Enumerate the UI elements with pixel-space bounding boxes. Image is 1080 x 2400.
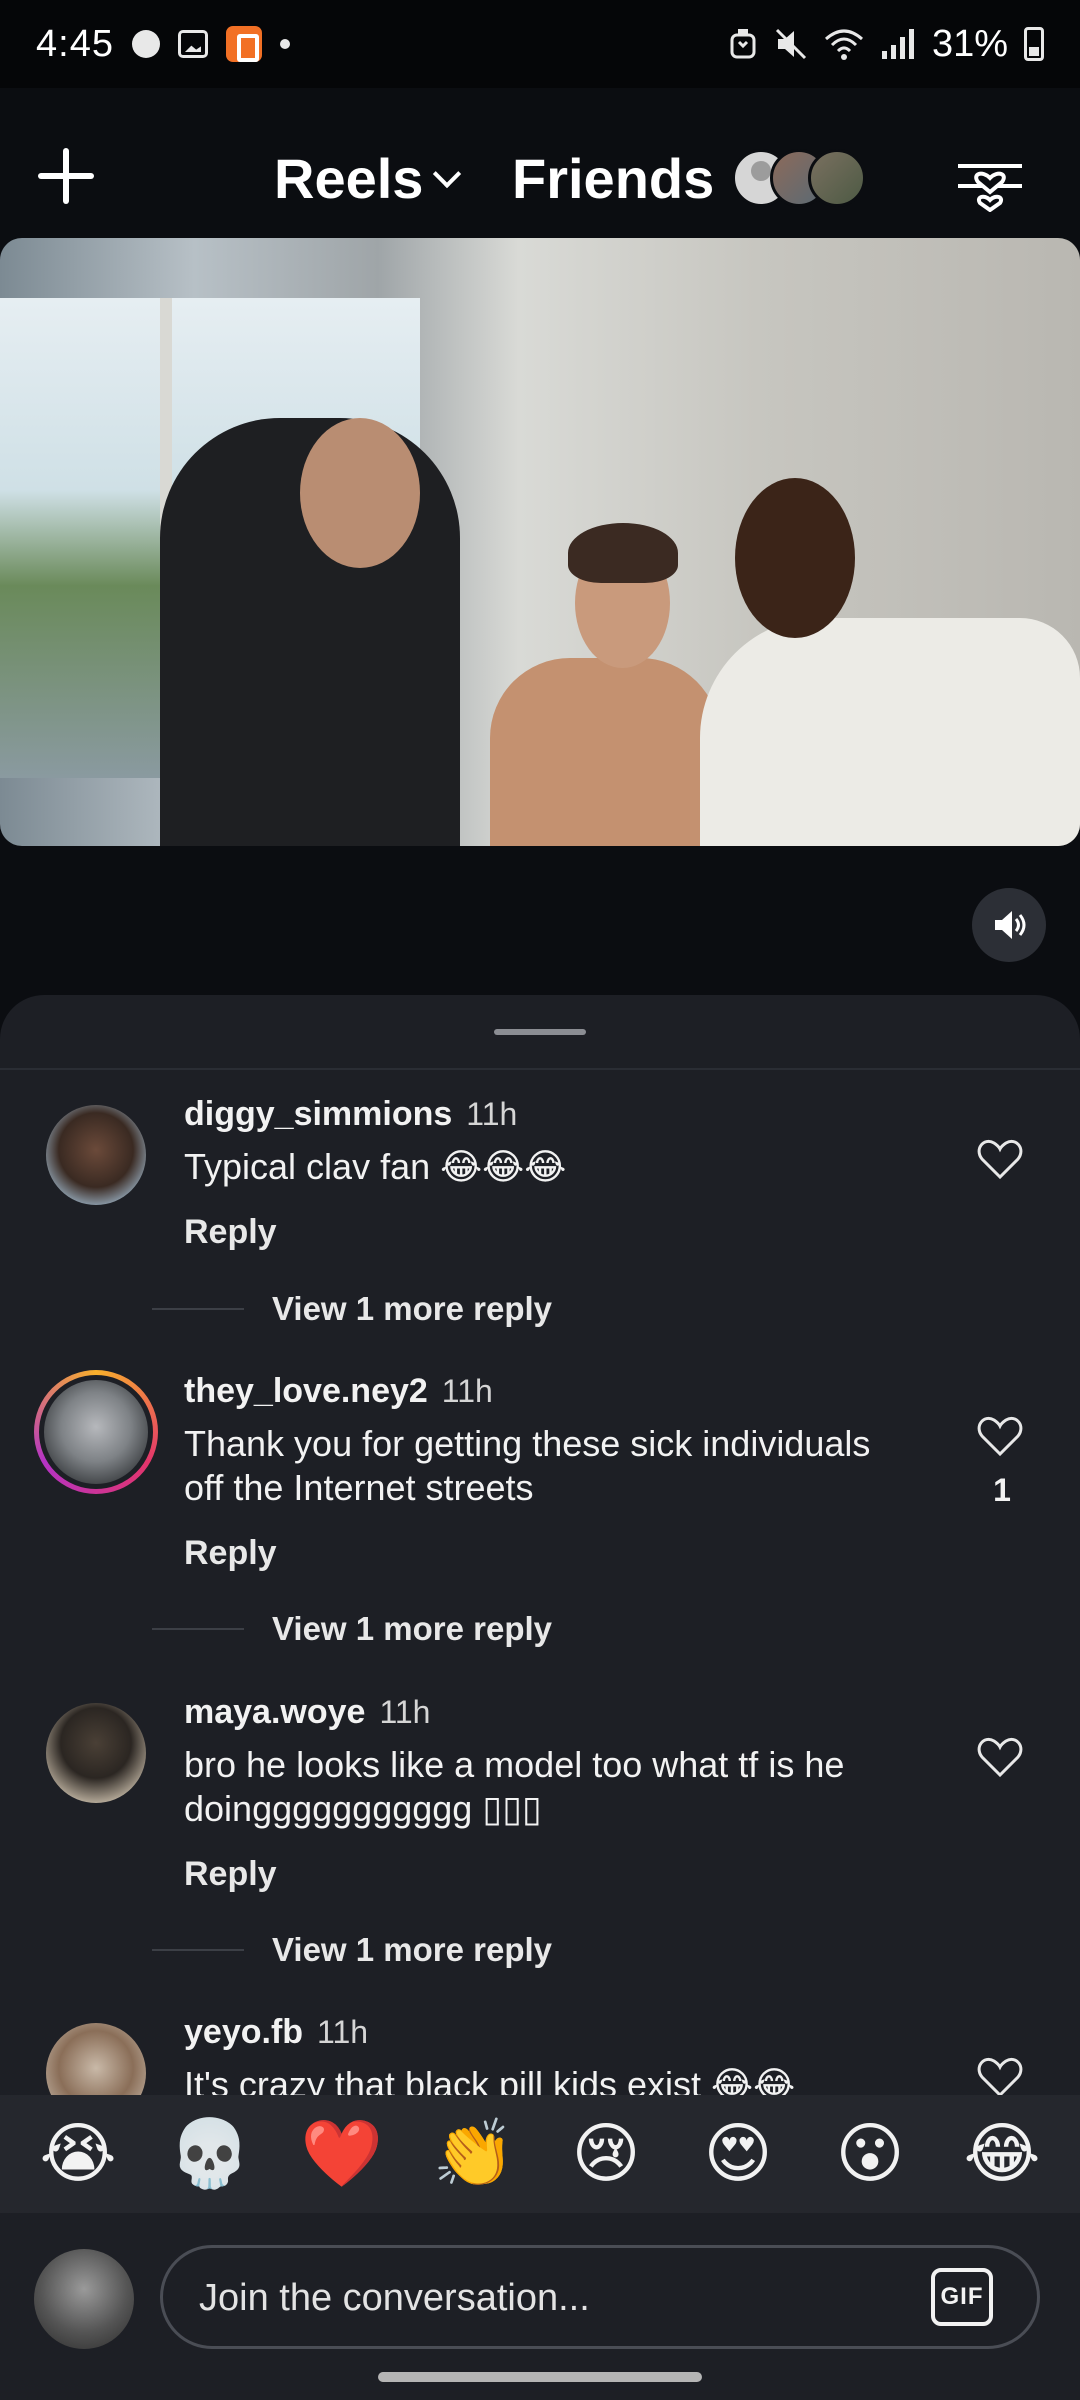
gif-button[interactable]: GIF: [931, 2268, 993, 2326]
comment-username[interactable]: they_love.ney2: [184, 1372, 428, 1411]
alarm-icon: [730, 29, 756, 59]
avatar: [808, 148, 867, 207]
reels-dropdown[interactable]: Reels: [274, 146, 462, 211]
comment-username[interactable]: maya.woye: [184, 1693, 365, 1732]
reels-label: Reels: [274, 147, 424, 210]
signal-icon: [881, 29, 914, 59]
status-bar: 4:45 31%: [0, 0, 1080, 88]
sound-toggle-button[interactable]: [972, 888, 1046, 962]
emoji-red-heart[interactable]: ❤️: [296, 2121, 388, 2187]
comment-input[interactable]: [199, 2268, 899, 2328]
view-more-replies-label: View 1 more reply: [272, 1610, 553, 1647]
emoji-loudly-crying[interactable]: 😭: [32, 2121, 124, 2187]
avatar[interactable]: [46, 2023, 146, 2095]
dot-icon: [279, 39, 290, 49]
comment-text: Thank you for getting these sick individ…: [184, 1423, 871, 1508]
like-button[interactable]: [976, 1137, 1024, 1181]
emoji-tears-of-joy[interactable]: 😂: [956, 2121, 1048, 2187]
reply-button[interactable]: Reply: [184, 1534, 277, 1573]
app-notification-icon: [225, 26, 262, 62]
top-nav: Reels Friends: [0, 88, 1080, 238]
emoji-skull[interactable]: 💀: [164, 2121, 256, 2187]
filter-button[interactable]: [958, 152, 1022, 213]
speaker-icon: [995, 911, 1026, 939]
heart-icon: [977, 1417, 1023, 1457]
comment-time: 11h: [317, 2014, 369, 2050]
status-time: 4:45: [36, 22, 114, 65]
emoji-crying[interactable]: 😢: [560, 2121, 652, 2187]
avatar-story-ring[interactable]: [34, 1370, 158, 1494]
comment-username[interactable]: diggy_simmions: [184, 1095, 452, 1134]
drag-handle[interactable]: [494, 1029, 586, 1035]
emoji-heart-eyes[interactable]: 😍: [692, 2121, 784, 2187]
wifi-icon: [824, 29, 863, 60]
reel-video[interactable]: [0, 238, 1080, 846]
create-button[interactable]: [36, 146, 96, 206]
heart-icon: [977, 2058, 1023, 2095]
comment-time: 11h: [466, 1096, 518, 1132]
friends-avatars: [732, 148, 872, 209]
comment-username[interactable]: yeyo.fb: [184, 2013, 303, 2052]
comment-time: 11h: [441, 1373, 493, 1409]
friends-tab[interactable]: Friends: [512, 146, 872, 211]
like-button[interactable]: [976, 2055, 1024, 2095]
mute-icon: [775, 28, 806, 60]
avatar: [34, 2249, 134, 2349]
view-more-replies[interactable]: View 1 more reply: [152, 1610, 552, 1648]
avatar[interactable]: [46, 1105, 146, 1205]
reply-button[interactable]: Reply: [184, 1855, 277, 1894]
avatar: [39, 1375, 153, 1489]
avatar[interactable]: [46, 1703, 146, 1803]
emoji-reaction-bar: 😭 💀 ❤️ 👏 😢 😍 😮 😂: [0, 2095, 1080, 2213]
view-more-replies-label: View 1 more reply: [272, 1931, 553, 1968]
comment-text: Typical clav fan 😂😂😂: [184, 1146, 567, 1187]
filter-hearts-icon: [958, 164, 1022, 213]
view-more-replies[interactable]: View 1 more reply: [152, 1290, 552, 1328]
like-button[interactable]: [976, 1414, 1024, 1458]
like-button[interactable]: [976, 1735, 1024, 1779]
heart-icon: [977, 1140, 1023, 1180]
comment-input-wrapper[interactable]: GIF: [160, 2245, 1040, 2349]
comment-text: It's crazy that black pill kids exist 😂😂: [184, 2064, 796, 2095]
home-indicator[interactable]: [378, 2372, 702, 2382]
battery-percentage: 31%: [931, 22, 1008, 65]
heart-icon: [977, 1738, 1023, 1778]
comment-text: bro he looks like a model too what tf is…: [184, 1744, 845, 1829]
like-count: 1: [993, 1472, 1011, 1508]
view-more-replies-label: View 1 more reply: [272, 1290, 553, 1327]
friends-label: Friends: [512, 147, 715, 210]
comment-item: yeyo.fb 11h It's crazy that black pill k…: [0, 2013, 1080, 2095]
divider: [0, 1068, 1080, 1070]
reply-button[interactable]: Reply: [184, 1213, 277, 1252]
circle-notification-icon: [131, 30, 160, 58]
battery-icon: [1024, 27, 1044, 61]
comment-time: 11h: [379, 1694, 431, 1730]
emoji-clapping[interactable]: 👏: [428, 2121, 520, 2187]
gallery-icon: [177, 30, 208, 58]
chevron-down-icon: [433, 159, 462, 188]
comment-composer: GIF: [0, 2213, 1080, 2400]
view-more-replies[interactable]: View 1 more reply: [152, 1931, 552, 1969]
emoji-surprised[interactable]: 😮: [824, 2121, 916, 2187]
